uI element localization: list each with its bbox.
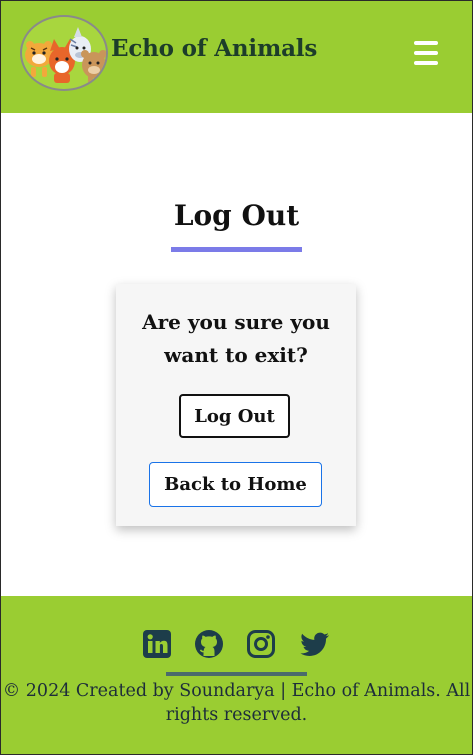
site-header: Echo of Animals <box>1 1 472 113</box>
animal-logo-icon[interactable] <box>20 15 108 91</box>
twitter-icon[interactable] <box>299 629 329 659</box>
linkedin-icon[interactable] <box>142 629 172 659</box>
site-brand-title[interactable]: Echo of Animals <box>111 35 317 62</box>
hamburger-menu-icon[interactable] <box>411 38 441 68</box>
logout-confirm-card: Are you sure you want to exit? Log Out B… <box>116 284 356 526</box>
instagram-icon[interactable] <box>246 629 276 659</box>
social-underline <box>166 672 307 676</box>
logout-button[interactable]: Log Out <box>179 394 290 438</box>
confirm-question: Are you sure you want to exit? <box>142 310 330 367</box>
back-to-home-button[interactable]: Back to Home <box>149 462 322 507</box>
title-underline <box>171 247 302 252</box>
page-title: Log Out <box>173 199 300 232</box>
copyright-text: © 2024 Created by Soundarya | Echo of An… <box>2 681 471 725</box>
github-icon[interactable] <box>194 629 224 659</box>
page: Echo of Animals Log Out Are you sure you… <box>0 0 473 755</box>
site-footer: © 2024 Created by Soundarya | Echo of An… <box>1 596 472 754</box>
